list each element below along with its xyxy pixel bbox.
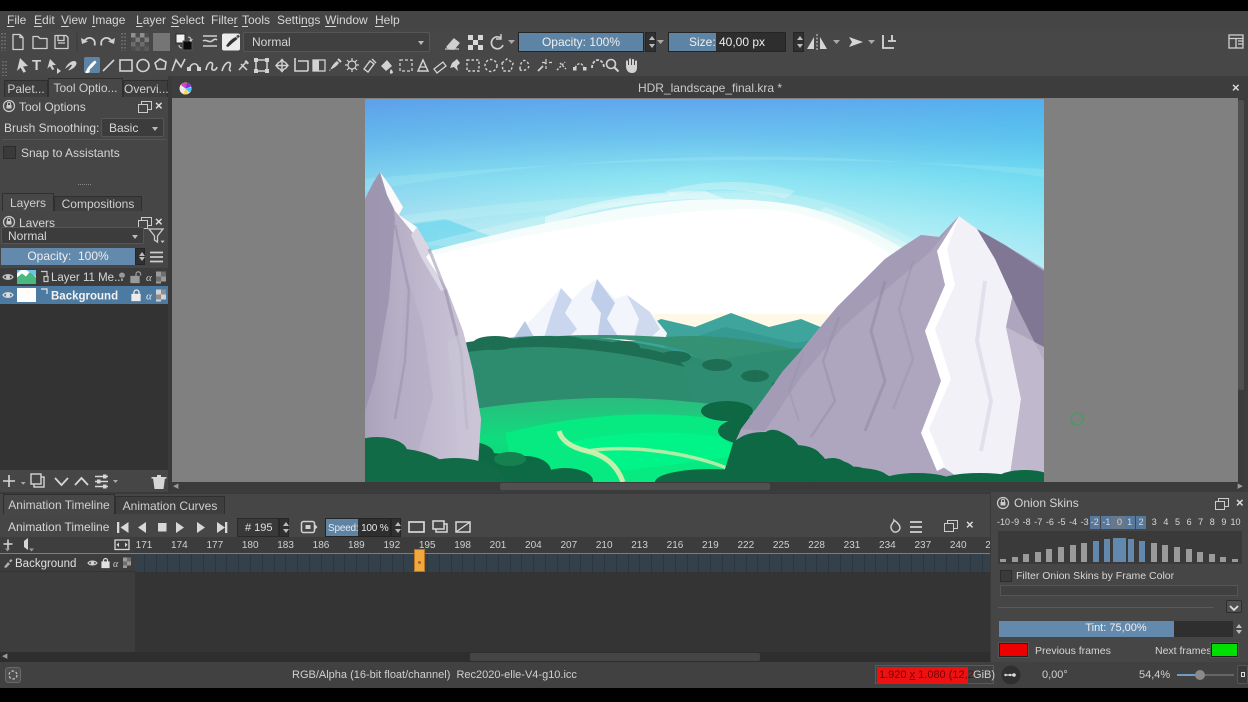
svg-text:α: α — [146, 272, 152, 284]
svg-text:Layer 11 Me...: Layer 11 Me... — [51, 272, 124, 284]
svg-text:α: α — [146, 291, 152, 303]
svg-text:Background: Background — [15, 558, 76, 570]
svg-text:T: T — [32, 57, 41, 74]
svg-text:α: α — [113, 559, 119, 570]
svg-text:Background: Background — [51, 291, 118, 303]
